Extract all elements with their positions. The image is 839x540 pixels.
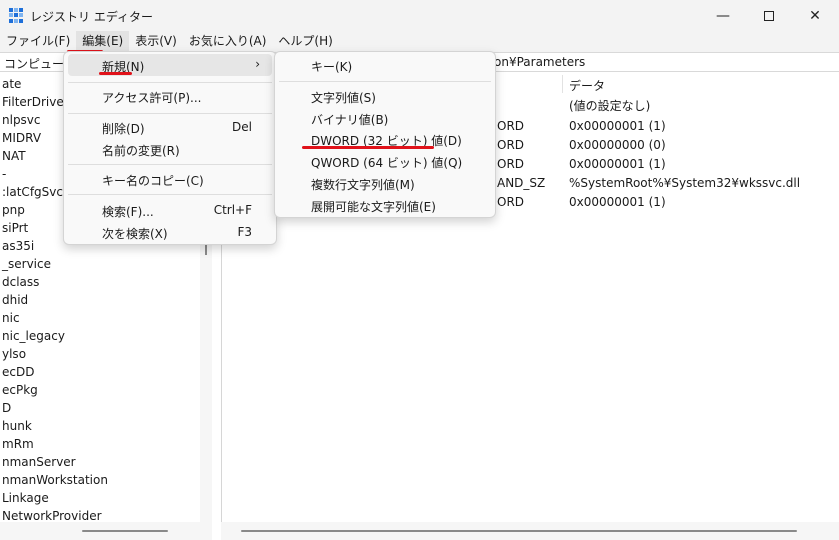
edit-menu-copy-key-name-label: キー名のコピー(C) (102, 174, 204, 188)
edit-menu-rename[interactable]: 名前の変更(R) (68, 138, 272, 160)
menu-separator (68, 164, 272, 165)
value-type[interactable]: AND_SZ (497, 174, 545, 193)
tree-item[interactable]: FilterDriver (2, 93, 69, 111)
tree-item[interactable]: ecDD (2, 363, 34, 381)
new-menu-string-value[interactable]: 文字列値(S) (279, 85, 491, 107)
maximize-button[interactable] (746, 0, 792, 31)
close-icon: ✕ (809, 7, 821, 24)
tree-item[interactable]: siPrt (2, 219, 28, 237)
edit-menu-find-shortcut: Ctrl+F (213, 203, 252, 217)
tree-item[interactable]: D (2, 399, 11, 417)
edit-menu-find-next[interactable]: 次を検索(X) F3 (68, 221, 272, 243)
menu-file[interactable]: ファイル(F) (0, 31, 76, 52)
column-separator (562, 75, 563, 93)
new-menu-expandable-string-value[interactable]: 展開可能な文字列値(E) (279, 194, 491, 216)
value-data[interactable]: (値の設定なし) (569, 97, 650, 116)
new-submenu: キー(K) 文字列値(S) バイナリ値(B) DWORD (32 ビット) 値(… (274, 51, 496, 218)
new-menu-binary-value[interactable]: バイナリ値(B) (279, 107, 491, 129)
minimize-icon: — (716, 7, 730, 24)
edit-menu-find[interactable]: 検索(F)... Ctrl+F (68, 199, 272, 221)
annotation-underline-new (99, 72, 132, 75)
edit-menu-permissions-label: アクセス許可(P)... (102, 91, 202, 105)
annotation-underline-dword (302, 146, 434, 149)
menu-separator (279, 81, 491, 82)
new-menu-multi-string-value-label: 複数行文字列値(M) (311, 178, 415, 192)
window-title: レジストリ エディター (30, 10, 153, 24)
new-menu-key[interactable]: キー(K) (279, 54, 491, 76)
tree-horizontal-scroll-thumb[interactable] (82, 530, 168, 532)
maximize-icon (764, 10, 774, 21)
tree-item[interactable]: dhid (2, 291, 28, 309)
value-type[interactable]: ORD (497, 136, 524, 155)
edit-menu-find-label: 検索(F)... (102, 205, 154, 219)
menu-bar: ファイル(F) 編集(E) 表示(V) お気に入り(A) ヘルプ(H) (0, 31, 839, 52)
tree-item[interactable]: nmanWorkstation (2, 471, 108, 489)
edit-menu-delete-label: 削除(D) (102, 122, 145, 136)
tree-item[interactable]: - (2, 165, 6, 183)
menu-separator (68, 194, 272, 195)
menu-favorites[interactable]: お気に入り(A) (183, 31, 273, 52)
tree-item[interactable]: ecPkg (2, 381, 38, 399)
tree-item[interactable]: Linkage (2, 489, 49, 507)
edit-menu-copy-key-name[interactable]: キー名のコピー(C) (68, 168, 272, 190)
edit-menu-rename-label: 名前の変更(R) (102, 144, 180, 158)
value-data[interactable]: 0x00000001 (1) (569, 155, 666, 174)
new-menu-qword-value-label: QWORD (64 ビット) 値(Q) (311, 156, 463, 170)
edit-menu-delete-shortcut: Del (232, 120, 252, 134)
tree-item[interactable]: mRm (2, 435, 34, 453)
value-type[interactable]: ORD (497, 117, 524, 136)
title-bar: レジストリ エディター — ✕ (0, 0, 839, 31)
tree-item[interactable]: ate (2, 75, 21, 93)
tree-item[interactable]: as35i (2, 237, 34, 255)
value-type[interactable]: ORD (497, 155, 524, 174)
new-menu-multi-string-value[interactable]: 複数行文字列値(M) (279, 172, 491, 194)
tree-item[interactable]: hunk (2, 417, 32, 435)
value-horizontal-scroll-thumb[interactable] (241, 530, 797, 532)
value-data[interactable]: %SystemRoot%¥System32¥wkssvc.dll (569, 174, 800, 193)
menu-help[interactable]: ヘルプ(H) (272, 31, 338, 52)
edit-menu-find-next-shortcut: F3 (237, 225, 252, 239)
tree-item[interactable]: pnp (2, 201, 25, 219)
tree-item[interactable]: dclass (2, 273, 39, 291)
edit-menu-delete[interactable]: 削除(D) Del (68, 116, 272, 138)
tree-item[interactable]: nlpsvc (2, 111, 41, 129)
address-path-tail: on¥Parameters (494, 55, 586, 69)
close-button[interactable]: ✕ (792, 0, 838, 31)
menu-separator (68, 82, 272, 83)
tree-item[interactable]: :latCfgSvc (2, 183, 63, 201)
value-data[interactable]: 0x00000001 (1) (569, 117, 666, 136)
tree-item[interactable]: nmanServer (2, 453, 76, 471)
menu-separator (68, 113, 272, 114)
chevron-right-icon: › (255, 57, 260, 71)
new-menu-string-value-label: 文字列値(S) (311, 91, 376, 105)
registry-editor-icon (9, 8, 24, 23)
menu-view[interactable]: 表示(V) (129, 31, 183, 52)
tree-item[interactable]: NAT (2, 147, 26, 165)
minimize-button[interactable]: — (700, 0, 746, 31)
value-data[interactable]: 0x00000000 (0) (569, 136, 666, 155)
tree-item[interactable]: _service (2, 255, 51, 273)
value-data[interactable]: 0x00000001 (1) (569, 193, 666, 212)
new-menu-expandable-string-value-label: 展開可能な文字列値(E) (311, 200, 436, 214)
value-horizontal-scrollbar[interactable] (221, 522, 839, 540)
edit-menu-find-next-label: 次を検索(X) (102, 227, 168, 241)
value-type[interactable]: ORD (497, 193, 524, 212)
tree-item[interactable]: MIDRV (2, 129, 41, 147)
tree-item[interactable]: ylso (2, 345, 26, 363)
tree-item[interactable]: nic (2, 309, 20, 327)
edit-menu: 新規(N) › アクセス許可(P)... 削除(D) Del 名前の変更(R) … (63, 51, 277, 245)
new-menu-qword-value[interactable]: QWORD (64 ビット) 値(Q) (279, 150, 491, 172)
tree-item[interactable]: nic_legacy (2, 327, 65, 345)
new-menu-key-label: キー(K) (311, 60, 353, 74)
menu-edit[interactable]: 編集(E) (76, 31, 130, 52)
tree-horizontal-scrollbar[interactable] (0, 522, 212, 540)
new-menu-binary-value-label: バイナリ値(B) (311, 113, 389, 127)
edit-menu-permissions[interactable]: アクセス許可(P)... (68, 85, 272, 107)
column-header-data[interactable]: データ (569, 77, 605, 94)
